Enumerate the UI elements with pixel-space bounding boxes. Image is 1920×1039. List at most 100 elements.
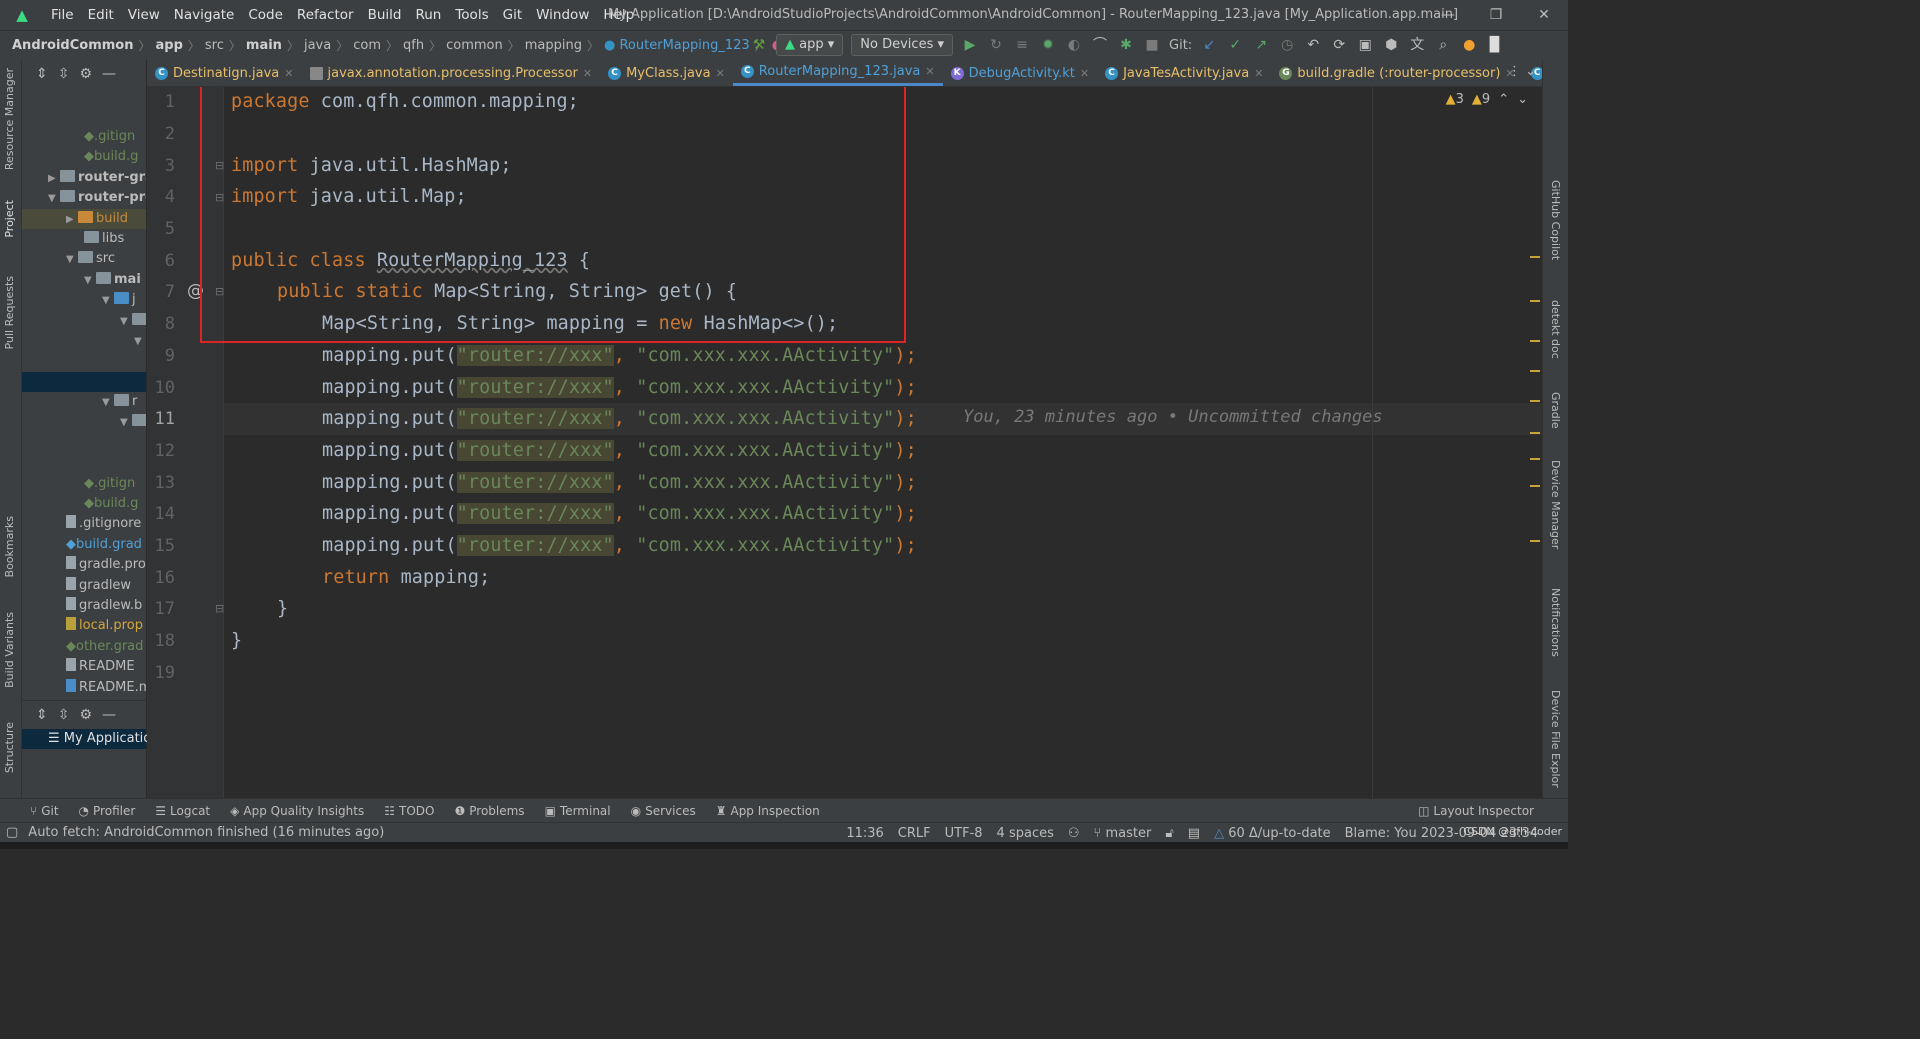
tab-build-gradle[interactable]: Gbuild.gradle (:router-processor) ✕ bbox=[1271, 60, 1522, 86]
chevron-right-icon[interactable]: ▶ bbox=[48, 169, 60, 189]
breadcrumb-src[interactable]: src bbox=[200, 38, 229, 53]
chevron-down-icon[interactable]: ▼ bbox=[120, 413, 132, 433]
tree-item[interactable]: ▼ bbox=[22, 311, 146, 331]
notifications-tab[interactable]: Notifications bbox=[1549, 588, 1562, 657]
tree-item[interactable]: ◆.gitign bbox=[22, 474, 146, 494]
tree-item[interactable]: ◆other.grad bbox=[22, 637, 146, 657]
copilot-icon[interactable]: ⚇ bbox=[1068, 826, 1080, 841]
tree-item[interactable] bbox=[22, 433, 146, 453]
tab-myclass[interactable]: C MyClass.java ✕ bbox=[600, 60, 733, 86]
menu-code[interactable]: Code bbox=[241, 0, 290, 30]
expand-all-icon[interactable]: ⇕ bbox=[36, 66, 48, 82]
scroll-marker[interactable] bbox=[1530, 340, 1540, 342]
terminal-tool-button[interactable]: ▣ Terminal bbox=[535, 804, 621, 818]
indent-setting[interactable]: 4 spaces bbox=[997, 826, 1054, 841]
run-config-select[interactable]: ▲ app ▾ bbox=[776, 34, 844, 56]
chevron-down-icon[interactable]: ▼ bbox=[48, 189, 60, 209]
event-log-icon[interactable]: ▤ bbox=[1188, 826, 1200, 841]
structure-tab[interactable]: Structure bbox=[3, 722, 16, 773]
breadcrumb-qfh[interactable]: qfh bbox=[398, 38, 429, 53]
tree-item[interactable]: gradlew.b bbox=[22, 596, 146, 616]
apply-changes-icon[interactable]: ≡ bbox=[1013, 36, 1031, 54]
fold-icon[interactable]: ⊟ bbox=[215, 602, 224, 615]
close-tab-icon[interactable]: ✕ bbox=[284, 67, 293, 80]
profiler-tool-button[interactable]: ◔ Profiler bbox=[69, 804, 146, 818]
tree-item[interactable] bbox=[22, 453, 146, 473]
app-inspection-tool-button[interactable]: ♜ App Inspection bbox=[706, 804, 830, 818]
attach-debugger-icon[interactable]: ✱ bbox=[1117, 36, 1135, 54]
device-mirror-icon[interactable]: ▣ bbox=[1356, 36, 1374, 54]
tree-item[interactable]: ◆build.grad bbox=[22, 535, 146, 555]
tab-processor[interactable]: javax.annotation.processing.Processor ✕ bbox=[302, 60, 601, 86]
restore-icon[interactable]: ❐ bbox=[1476, 0, 1516, 30]
structure-root-item[interactable]: ☰ My Applicatio bbox=[22, 729, 151, 749]
collapse-all-icon[interactable]: ⇳ bbox=[58, 66, 70, 82]
chevron-down-icon[interactable]: ▼ bbox=[66, 250, 78, 270]
tree-item[interactable]: .gitignore bbox=[22, 514, 146, 534]
avatar[interactable]: ▉ bbox=[1486, 36, 1504, 54]
tree-item[interactable]: ◆build.g bbox=[22, 147, 146, 167]
tree-item[interactable]: ◆build.g bbox=[22, 494, 146, 514]
run-icon[interactable]: ▶ bbox=[961, 36, 979, 54]
menu-view[interactable]: View bbox=[121, 0, 167, 30]
git-tool-button[interactable]: ⑂ Git bbox=[0, 804, 69, 818]
tab-debugactivity[interactable]: K DebugActivity.kt ✕ bbox=[943, 60, 1098, 86]
tree-item[interactable]: gradle.pro bbox=[22, 555, 146, 575]
services-tool-button[interactable]: ◉ Services bbox=[621, 804, 706, 818]
git-commit-icon[interactable]: ✓ bbox=[1226, 36, 1244, 54]
detekt-doc-tab[interactable]: detekt doc bbox=[1549, 300, 1562, 359]
tree-item[interactable]: README.m bbox=[22, 678, 146, 698]
stop-icon[interactable]: ■ bbox=[1143, 36, 1161, 54]
scroll-marker[interactable] bbox=[1530, 540, 1540, 542]
close-icon[interactable]: ✕ bbox=[1524, 0, 1564, 30]
tree-item-selected[interactable] bbox=[22, 371, 146, 393]
status-panel-icon[interactable]: ▢ bbox=[0, 825, 18, 840]
vcs-status[interactable]: △ 60 Δ/up-to-date bbox=[1214, 826, 1331, 841]
tree-item[interactable]: ▶ build bbox=[22, 208, 146, 229]
collapse-all-icon[interactable]: ⇳ bbox=[58, 707, 70, 723]
chevron-down-icon[interactable]: ▼ bbox=[134, 332, 146, 352]
fold-icon[interactable]: ⊟ bbox=[215, 191, 224, 204]
menu-refactor[interactable]: Refactor bbox=[290, 0, 361, 30]
tree-item[interactable]: ▼ src bbox=[22, 249, 146, 269]
profile-icon[interactable]: ⌒ bbox=[1091, 36, 1109, 54]
menu-navigate[interactable]: Navigate bbox=[167, 0, 242, 30]
menu-tools[interactable]: Tools bbox=[448, 0, 495, 30]
menu-git[interactable]: Git bbox=[496, 0, 530, 30]
menu-build[interactable]: Build bbox=[361, 0, 409, 30]
tab-destinatign[interactable]: C Destinatign.java ✕ bbox=[147, 60, 302, 86]
hide-panel-icon[interactable]: — bbox=[102, 707, 116, 723]
inspection-widget[interactable]: ▲3 ▲9 ⌃ ⌄ bbox=[1446, 92, 1528, 107]
device-file-explorer-tab[interactable]: Device File Explor bbox=[1549, 690, 1562, 788]
scroll-marker[interactable] bbox=[1530, 400, 1540, 402]
tree-item[interactable]: ▶router-gra bbox=[22, 168, 146, 188]
tree-item[interactable]: ◆.gitign bbox=[22, 127, 146, 147]
menu-window[interactable]: Window bbox=[529, 0, 596, 30]
tab-javatesactivity[interactable]: C JavaTesActivity.java ✕ bbox=[1097, 60, 1271, 86]
breadcrumb-mapping[interactable]: mapping bbox=[520, 38, 587, 53]
project-tab[interactable]: Project bbox=[3, 200, 16, 238]
layout-inspector-tool-button[interactable]: ◫ Layout Inspector bbox=[1408, 804, 1544, 818]
github-copilot-tab[interactable]: GitHub Copilot bbox=[1549, 180, 1562, 260]
tree-item[interactable]: ▼ r bbox=[22, 392, 146, 412]
chevron-down-icon[interactable]: ⌄ bbox=[1517, 92, 1528, 107]
line-separator[interactable]: CRLF bbox=[898, 826, 931, 841]
app-quality-tool-button[interactable]: ◈ App Quality Insights bbox=[220, 804, 374, 818]
minimize-icon[interactable]: — bbox=[1428, 0, 1468, 30]
menu-edit[interactable]: Edit bbox=[81, 0, 121, 30]
close-tab-icon[interactable]: ✕ bbox=[1254, 67, 1263, 80]
chevron-up-icon[interactable]: ⌃ bbox=[1498, 92, 1509, 107]
git-branch[interactable]: ⑂ master bbox=[1094, 826, 1152, 841]
file-encoding[interactable]: UTF-8 bbox=[945, 826, 983, 841]
fold-icon[interactable]: ⊟ bbox=[215, 285, 224, 298]
device-select[interactable]: No Devices ▾ bbox=[851, 34, 954, 56]
rerun-icon[interactable]: ↻ bbox=[987, 36, 1005, 54]
breadcrumb-project[interactable]: AndroidCommon bbox=[0, 38, 138, 53]
code-editor[interactable]: ▲3 ▲9 ⌃ ⌄ 1 2 3 4 5 6 7 8 9 10 11 12 13 … bbox=[147, 87, 1542, 798]
tab-menu-icon[interactable]: ⋮ ⌄ bbox=[1508, 64, 1536, 79]
chevron-down-icon[interactable]: ▼ bbox=[120, 312, 132, 332]
chevron-down-icon[interactable]: ▼ bbox=[102, 393, 114, 413]
problems-tool-button[interactable]: ❶ Problems bbox=[444, 804, 534, 818]
chevron-down-icon[interactable]: ▼ bbox=[84, 271, 96, 291]
tree-item[interactable]: ▼ bbox=[22, 412, 146, 432]
